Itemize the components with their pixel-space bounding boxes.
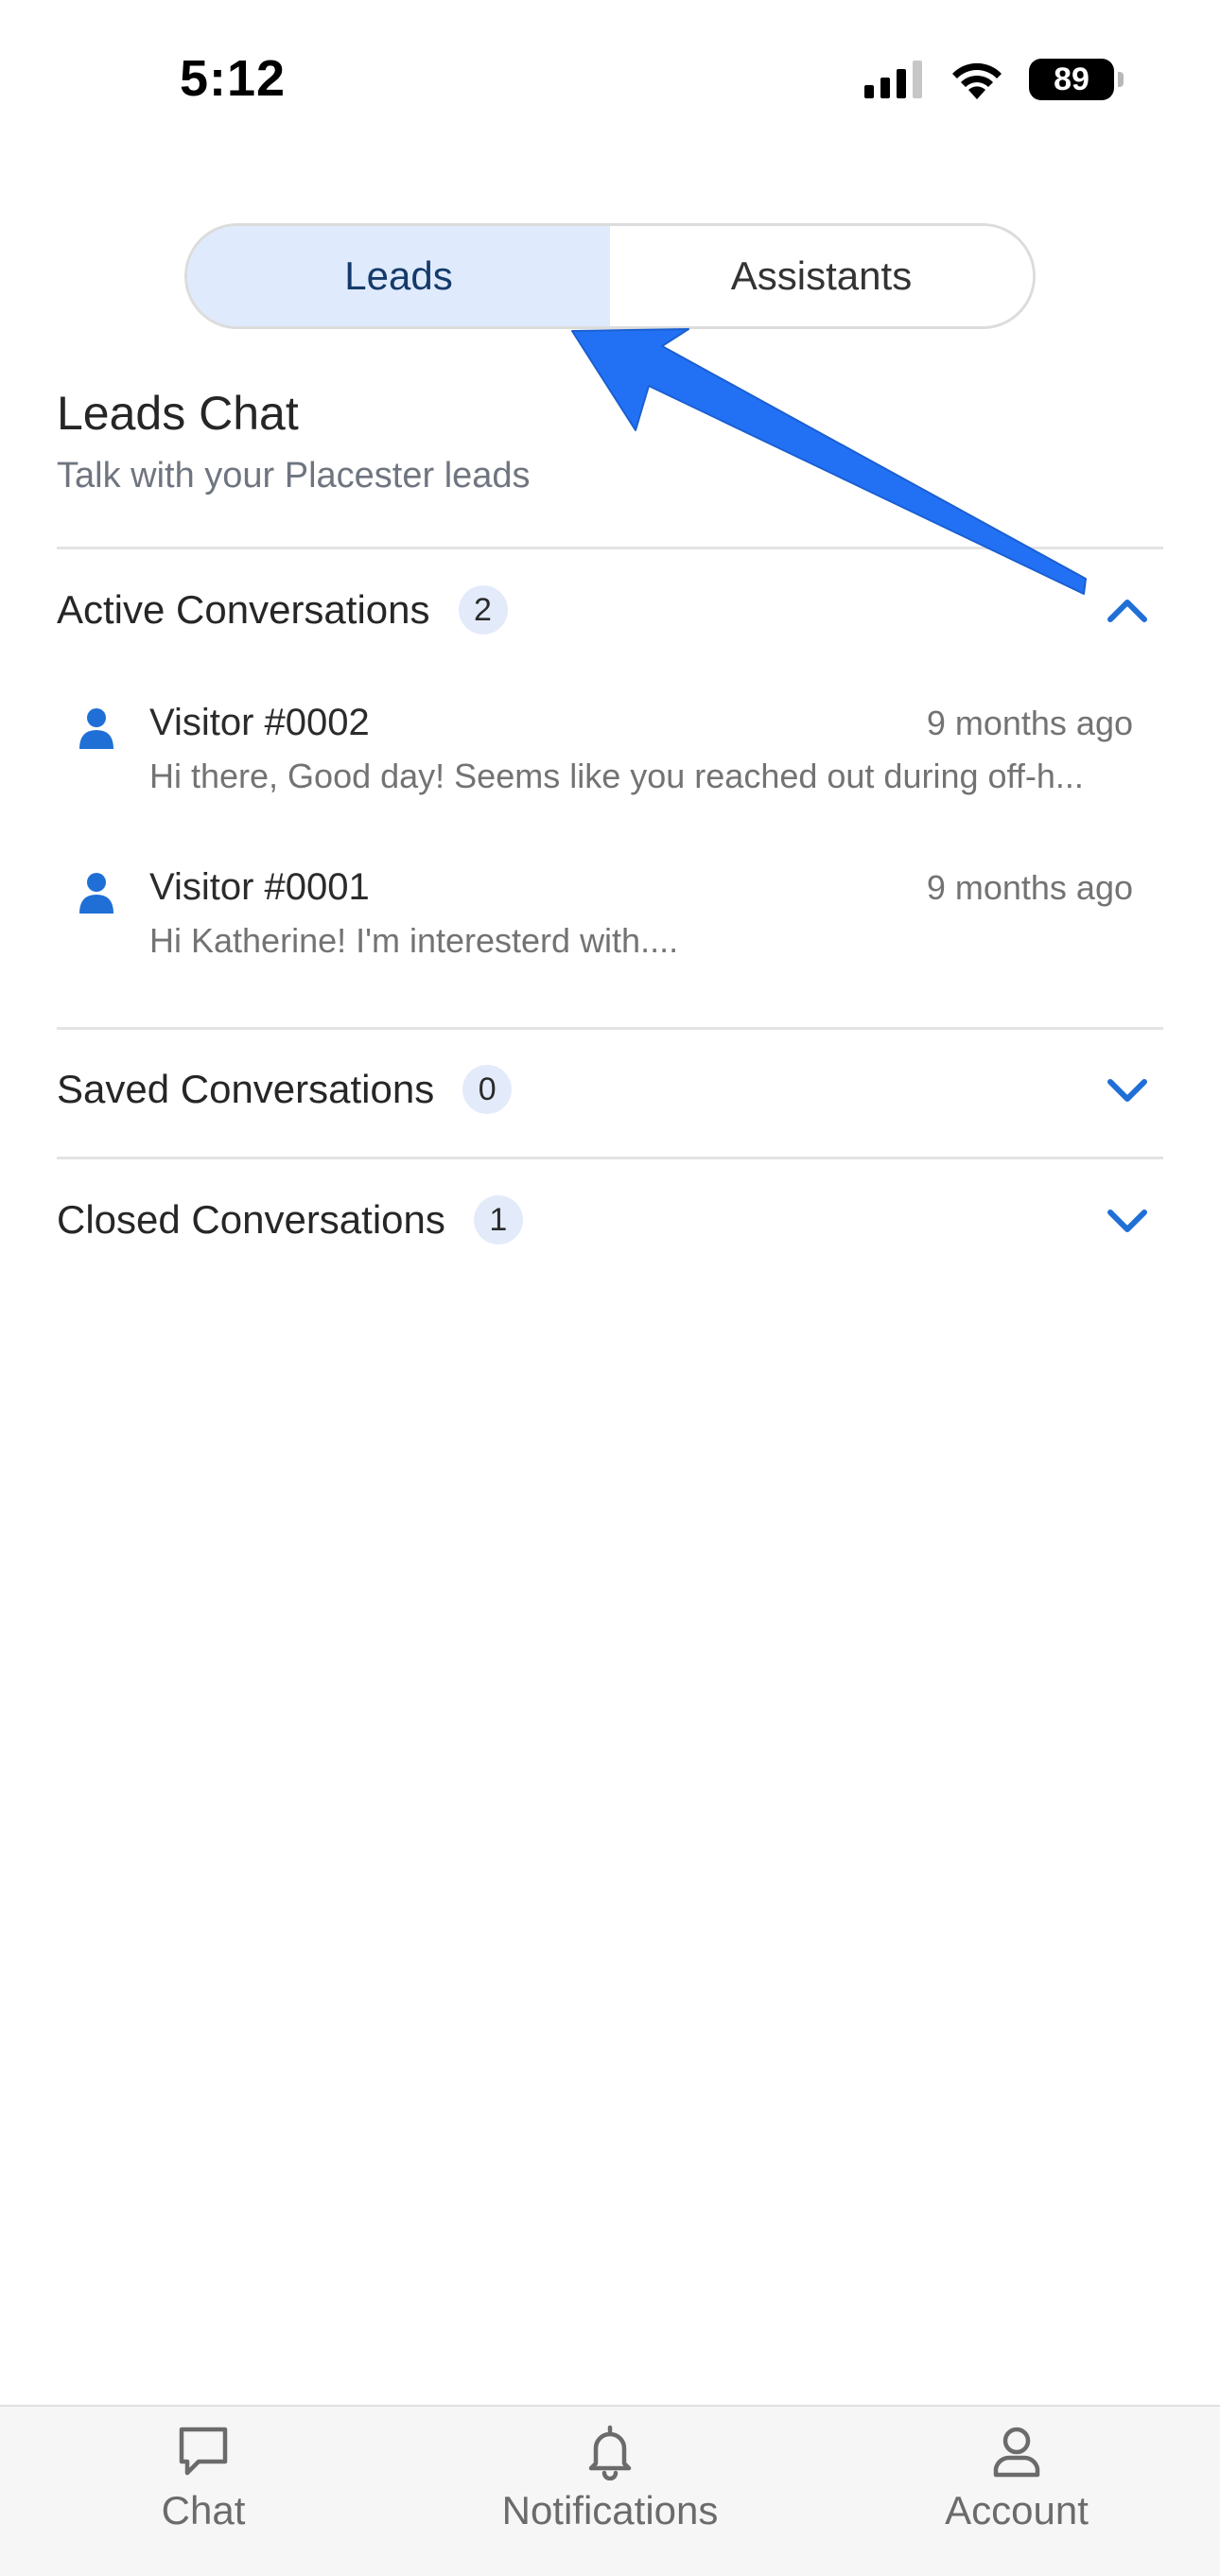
cellular-signal-icon: [864, 61, 922, 98]
divider: [57, 1157, 1163, 1159]
wifi-icon: [952, 62, 1002, 99]
battery-icon: 89: [1029, 59, 1124, 100]
tab-assistants[interactable]: Assistants: [610, 226, 1033, 326]
status-icons: 89: [864, 59, 1124, 100]
conversation-preview: Hi there, Good day! Seems like you reach…: [149, 757, 1084, 795]
chevron-up-icon[interactable]: [1105, 591, 1150, 629]
bottom-navigation: Chat Notifications Account: [0, 2405, 1220, 2576]
battery-level: 89: [1054, 61, 1089, 97]
divider: [57, 1027, 1163, 1030]
section-title: Active Conversations: [57, 587, 430, 632]
person-icon: [993, 2427, 1040, 2478]
conversation-name: Visitor #0002: [149, 702, 370, 743]
count-badge: 2: [458, 585, 508, 635]
nav-item-notifications[interactable]: Notifications: [459, 2422, 761, 2554]
nav-label: Notifications: [501, 2488, 719, 2532]
chat-bubble-icon: [179, 2427, 228, 2476]
nav-label: Chat: [161, 2488, 246, 2532]
conversation-item-visitor-0002[interactable]: Visitor #0002 9 months ago Hi there, Goo…: [57, 702, 1163, 825]
section-title: Closed Conversations: [57, 1197, 445, 1242]
chevron-down-icon[interactable]: [1105, 1201, 1150, 1239]
saved-conversations-header[interactable]: Saved Conversations 0: [57, 1042, 1163, 1137]
page-title: Leads Chat: [57, 387, 299, 440]
nav-item-chat[interactable]: Chat: [52, 2422, 355, 2554]
bell-icon: [588, 2425, 632, 2480]
divider: [57, 547, 1163, 549]
page-subtitle: Talk with your Placester leads: [57, 456, 531, 496]
count-badge: 1: [473, 1195, 523, 1244]
leads-assistants-tabs: Leads Assistants: [184, 223, 1036, 329]
leads-chat-screen: 5:12 89 Leads Assistants Leads Chat Talk…: [0, 0, 1220, 2576]
count-badge: 0: [462, 1065, 513, 1114]
chevron-down-icon[interactable]: [1105, 1070, 1150, 1108]
conversation-preview: Hi Katherine! I'm interesterd with....: [149, 921, 679, 960]
nav-label: Account: [945, 2488, 1089, 2532]
person-icon: [79, 873, 113, 914]
status-time: 5:12: [180, 50, 287, 107]
conversation-time: 9 months ago: [926, 868, 1133, 907]
person-icon: [79, 708, 113, 749]
conversation-item-visitor-0001[interactable]: Visitor #0001 9 months ago Hi Katherine!…: [57, 866, 1163, 989]
nav-item-account[interactable]: Account: [865, 2422, 1168, 2554]
active-conversations-header[interactable]: Active Conversations 2: [57, 563, 1163, 657]
conversation-time: 9 months ago: [926, 704, 1133, 742]
conversation-name: Visitor #0001: [149, 866, 370, 908]
section-title: Saved Conversations: [57, 1067, 435, 1111]
status-bar: 5:12 89: [0, 0, 1220, 161]
tab-leads[interactable]: Leads: [187, 226, 610, 326]
closed-conversations-header[interactable]: Closed Conversations 1: [57, 1173, 1163, 1267]
